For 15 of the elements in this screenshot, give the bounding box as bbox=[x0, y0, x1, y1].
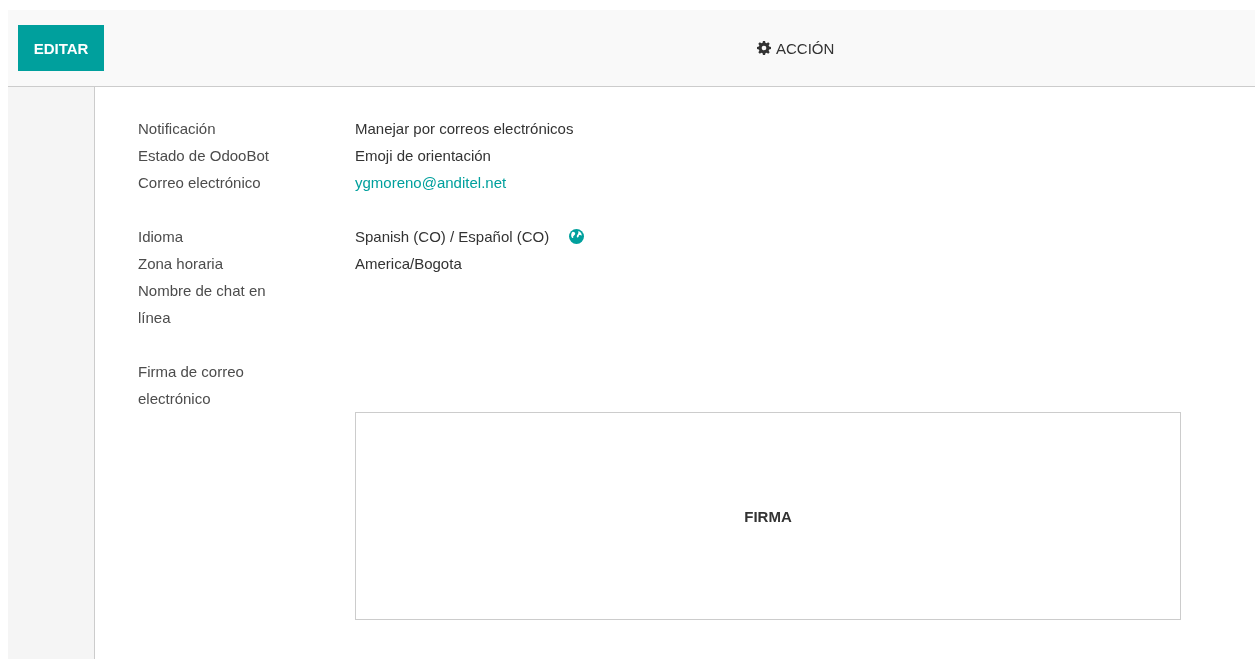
field-value: Emoji de orientación bbox=[355, 146, 491, 166]
field-label: Estado de OdooBot bbox=[138, 146, 270, 166]
field-label: Firma de correo electrónico bbox=[138, 362, 245, 409]
field-label: Zona horaria bbox=[138, 254, 225, 274]
field-value: Manejar por correos electrónicos bbox=[355, 119, 574, 139]
settings-icon bbox=[757, 41, 771, 55]
field-label: Nombre de chat en línea bbox=[138, 281, 267, 328]
action-menu[interactable]: ACCIÓN bbox=[757, 39, 835, 57]
field-label: Notificación bbox=[138, 119, 217, 139]
field-value: Spanish (CO) / Español (CO) bbox=[355, 227, 550, 247]
field-label: Idioma bbox=[138, 227, 185, 247]
globe-icon[interactable] bbox=[569, 229, 585, 244]
field-value: America/Bogota bbox=[355, 254, 462, 274]
field-label: Correo electrónico bbox=[138, 173, 262, 193]
signature-box[interactable]: FIRMA bbox=[355, 412, 1181, 620]
